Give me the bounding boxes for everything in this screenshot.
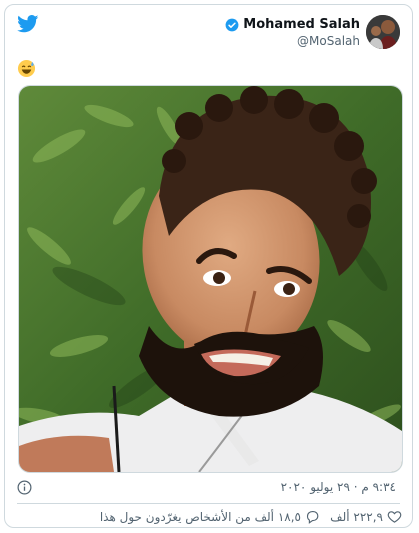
divider — [17, 503, 400, 504]
heart-icon — [387, 511, 402, 523]
tweet-timestamp[interactable]: ٩:٣٤ م · ٢٩ يوليو ٢٠٢٠ — [281, 480, 396, 494]
reply-button[interactable]: ١٨,٥ ألف من الأشخاص يغرّدون حول هذا — [100, 509, 320, 524]
tweet-embed-card[interactable]: Mohamed Salah @MoSalah ٩:٣٤ م · ٢٩ يوليو… — [4, 4, 413, 528]
reply-icon — [306, 510, 319, 524]
grinning-sweat-emoji — [17, 59, 36, 78]
twitter-bird-icon[interactable] — [17, 15, 39, 33]
tweet-meta-row: ٩:٣٤ م · ٢٩ يوليو ٢٠٢٠ — [5, 477, 412, 499]
author-display-name[interactable]: Mohamed Salah — [243, 17, 360, 32]
info-icon[interactable] — [17, 480, 32, 495]
tweet-stats-row: ٢٢٢,٩ ألف ١٨,٥ ألف من الأشخاص يغرّدون حو… — [5, 507, 412, 529]
like-button[interactable]: ٢٢٢,٩ ألف — [330, 509, 402, 524]
avatar[interactable] — [366, 15, 400, 49]
like-count: ٢٢٢,٩ ألف — [330, 509, 383, 524]
author-names: Mohamed Salah @MoSalah — [225, 17, 360, 48]
verified-badge-icon — [225, 18, 239, 31]
reply-count: ١٨,٥ ألف من الأشخاص يغرّدون حول هذا — [99, 509, 301, 524]
author-handle[interactable]: @MoSalah — [225, 34, 360, 48]
tweet-header: Mohamed Salah @MoSalah — [5, 5, 412, 55]
tweet-photo[interactable] — [18, 85, 403, 473]
